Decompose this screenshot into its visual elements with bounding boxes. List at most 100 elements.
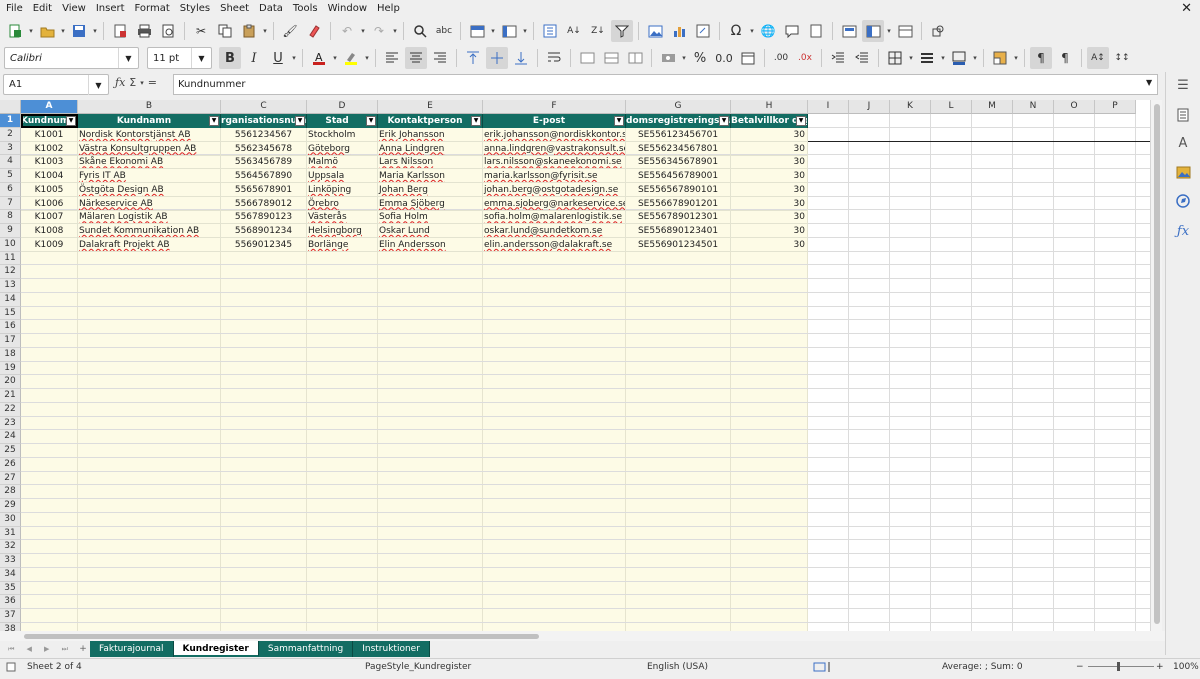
open-dropdown-icon[interactable]: ▾ bbox=[59, 27, 67, 35]
column-header-n[interactable]: N bbox=[1013, 100, 1054, 114]
conditional-format-icon[interactable] bbox=[989, 47, 1011, 69]
sum-dropdown-icon[interactable]: ▾ bbox=[140, 79, 144, 87]
table-cell[interactable]: Elin Andersson bbox=[378, 237, 483, 252]
table-cell[interactable]: K1004 bbox=[21, 169, 78, 183]
prev-sheet-icon[interactable]: ◀ bbox=[27, 645, 32, 653]
special-character-icon[interactable]: Ω bbox=[725, 20, 747, 42]
vertical-scroll-thumb[interactable] bbox=[1154, 104, 1160, 624]
table-cell[interactable]: 5561234567 bbox=[221, 127, 307, 142]
table-cell[interactable]: Nordisk Kontorstjänst AB bbox=[78, 127, 221, 142]
table-cell[interactable]: Linköping bbox=[307, 182, 378, 197]
table-cell[interactable]: Borlänge bbox=[307, 237, 378, 252]
table-cell[interactable]: 5564567890 bbox=[221, 169, 307, 183]
chevron-down-icon[interactable]: ▼ bbox=[88, 75, 108, 95]
print-preview-icon[interactable] bbox=[157, 20, 179, 42]
conditional-dropdown-icon[interactable]: ▾ bbox=[1012, 54, 1020, 62]
row-header[interactable]: 21 bbox=[0, 389, 21, 403]
next-sheet-icon[interactable]: ▶ bbox=[44, 645, 49, 653]
table-cell[interactable]: Närkeservice AB bbox=[78, 196, 221, 211]
name-box[interactable]: A1 ▼ bbox=[3, 74, 109, 95]
currency-dropdown-icon[interactable]: ▾ bbox=[680, 54, 688, 62]
wrap-text-icon[interactable] bbox=[543, 47, 565, 69]
align-left-icon[interactable] bbox=[381, 47, 403, 69]
table-cell[interactable]: 5562345678 bbox=[221, 141, 307, 156]
underline-button[interactable]: U bbox=[267, 47, 289, 69]
column-header-e[interactable]: E bbox=[378, 100, 483, 114]
table-cell[interactable]: 30 bbox=[731, 237, 808, 252]
table-cell[interactable]: Örebro bbox=[307, 196, 378, 211]
column-header-j[interactable]: J bbox=[849, 100, 890, 114]
table-cell[interactable]: Emma Sjöberg bbox=[378, 196, 483, 211]
table-header-cell[interactable]: Kontaktperson ▼ bbox=[378, 114, 483, 128]
table-cell[interactable]: 5567890123 bbox=[221, 210, 307, 225]
sort-ascending-icon[interactable]: A↓ bbox=[563, 20, 585, 42]
expand-formula-icon[interactable]: ▼ bbox=[1146, 78, 1152, 87]
column-header-d[interactable]: D bbox=[307, 100, 378, 114]
table-cell[interactable]: Maria Karlsson bbox=[378, 169, 483, 183]
row-header[interactable]: 11 bbox=[0, 251, 21, 266]
first-sheet-icon[interactable]: ⏮ bbox=[8, 645, 14, 654]
export-pdf-icon[interactable] bbox=[109, 20, 131, 42]
zoom-out-icon[interactable]: − bbox=[1076, 659, 1084, 675]
redo-icon[interactable]: ↷ bbox=[368, 20, 390, 42]
table-cell[interactable]: Stockholm bbox=[307, 127, 378, 142]
save-dropdown-icon[interactable]: ▾ bbox=[91, 27, 99, 35]
table-cell[interactable]: SE556123456701 bbox=[626, 127, 731, 142]
new-document-icon[interactable] bbox=[4, 20, 26, 42]
autofilter-dropdown-icon[interactable]: ▼ bbox=[66, 116, 76, 126]
spelling-icon[interactable]: abc bbox=[433, 20, 455, 42]
menu-sheet[interactable]: Sheet bbox=[215, 0, 254, 18]
table-cell[interactable]: Sofia Holm bbox=[378, 210, 483, 225]
table-cell[interactable]: K1005 bbox=[21, 182, 78, 197]
column-header-f[interactable]: F bbox=[483, 100, 626, 114]
copy-icon[interactable] bbox=[214, 20, 236, 42]
row-header[interactable]: 18 bbox=[0, 347, 21, 362]
table-cell[interactable]: 5566789012 bbox=[221, 196, 307, 211]
table-cell[interactable]: 30 bbox=[731, 210, 808, 225]
table-cell[interactable]: K1006 bbox=[21, 196, 78, 211]
table-cell[interactable]: SE556901234501 bbox=[626, 237, 731, 252]
autofilter-dropdown-icon[interactable]: ▼ bbox=[366, 116, 376, 126]
table-cell[interactable]: Skåne Ekonomi AB bbox=[78, 155, 221, 170]
function-wizard-icon[interactable]: ƒx bbox=[115, 76, 125, 89]
table-cell[interactable]: 5563456789 bbox=[221, 155, 307, 170]
table-cell[interactable]: anna.lindgren@vastrakonsult.se bbox=[483, 141, 626, 156]
table-cell[interactable]: Oskar Lund bbox=[378, 224, 483, 238]
redo-dropdown-icon[interactable]: ▾ bbox=[391, 27, 399, 35]
navigator-icon[interactable] bbox=[1172, 190, 1194, 212]
text-vertical-icon[interactable]: ↕↕ bbox=[1111, 47, 1133, 69]
formula-equals-icon[interactable]: = bbox=[148, 76, 157, 89]
row-header[interactable]: 36 bbox=[0, 595, 21, 609]
vertical-scrollbar[interactable] bbox=[1150, 100, 1162, 631]
menu-window[interactable]: Window bbox=[323, 0, 372, 18]
undo-dropdown-icon[interactable]: ▾ bbox=[359, 27, 367, 35]
freeze-dropdown-icon[interactable]: ▾ bbox=[885, 27, 893, 35]
percent-format-icon[interactable]: % bbox=[689, 47, 711, 69]
row-header[interactable]: 25 bbox=[0, 444, 21, 458]
table-cell[interactable]: SE556345678901 bbox=[626, 155, 731, 170]
delete-decimal-icon[interactable]: .0x bbox=[794, 47, 816, 69]
column-header-p[interactable]: P bbox=[1095, 100, 1136, 114]
table-cell[interactable]: Mälaren Logistik AB bbox=[78, 210, 221, 225]
table-cell[interactable]: 30 bbox=[731, 141, 808, 156]
pivot-table-icon[interactable] bbox=[692, 20, 714, 42]
row-icon[interactable] bbox=[466, 20, 488, 42]
find-replace-icon[interactable] bbox=[409, 20, 431, 42]
border-color-dropdown-icon[interactable]: ▾ bbox=[971, 54, 979, 62]
table-cell[interactable]: 30 bbox=[731, 182, 808, 197]
column-header-l[interactable]: L bbox=[931, 100, 972, 114]
row-header[interactable]: 26 bbox=[0, 457, 21, 472]
row-header[interactable]: 13 bbox=[0, 279, 21, 293]
table-cell[interactable]: lars.nilsson@skaneekonomi.se bbox=[483, 155, 626, 170]
row-header[interactable]: 7 bbox=[0, 196, 21, 211]
functions-icon[interactable]: ƒx bbox=[1172, 220, 1194, 242]
table-header-cell[interactable]: Kundnamn ▼ bbox=[78, 114, 221, 128]
table-cell[interactable]: 5565678901 bbox=[221, 182, 307, 197]
align-top-icon[interactable] bbox=[462, 47, 484, 69]
table-header-cell[interactable]: Stad ▼ bbox=[307, 114, 378, 128]
table-header-cell[interactable]: Kundnumm ▼ bbox=[21, 114, 78, 128]
page-style[interactable]: PageStyle_Kundregister bbox=[365, 659, 471, 675]
properties-icon[interactable] bbox=[1172, 104, 1194, 126]
border-style-dropdown-icon[interactable]: ▾ bbox=[939, 54, 947, 62]
table-cell[interactable]: Malmö bbox=[307, 155, 378, 170]
